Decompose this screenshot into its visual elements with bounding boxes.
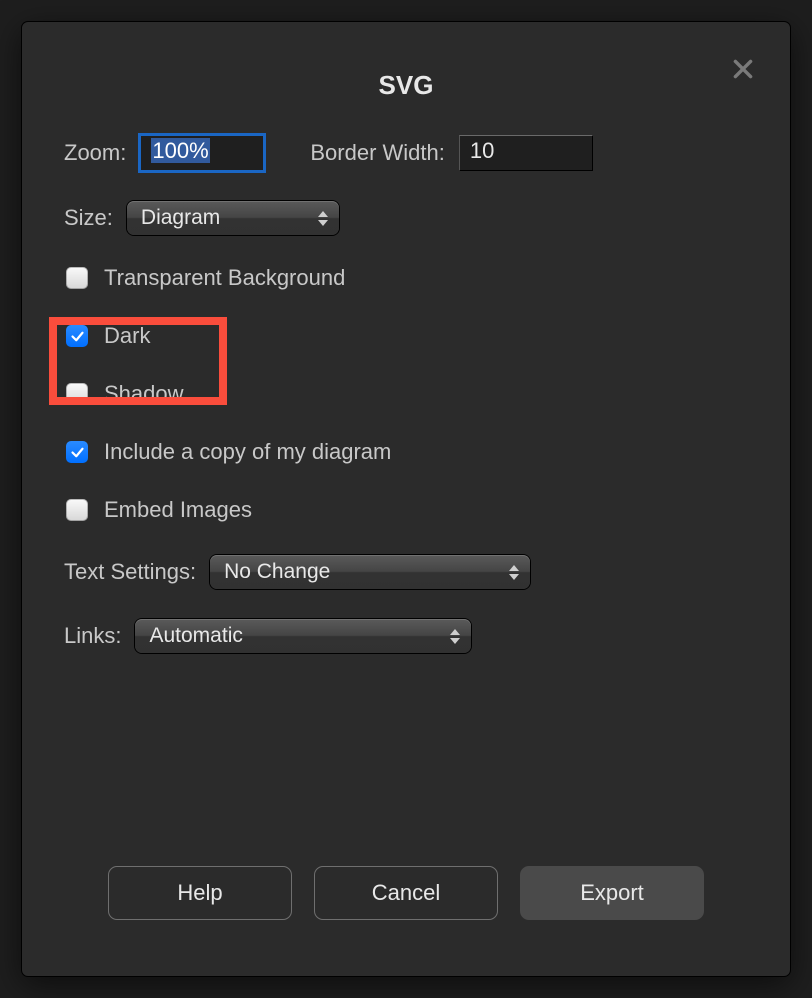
checkbox-icon <box>66 383 88 405</box>
checkbox-icon <box>66 499 88 521</box>
help-button[interactable]: Help <box>108 866 292 920</box>
links-row: Links: Automatic <box>64 619 748 653</box>
zoom-border-row: Zoom: 100% Border Width: 10 <box>64 135 748 171</box>
border-width-label: Border Width: <box>310 140 445 166</box>
checkbox-icon <box>66 267 88 289</box>
updown-icon <box>506 561 522 583</box>
cancel-button[interactable]: Cancel <box>314 866 498 920</box>
export-button[interactable]: Export <box>520 866 704 920</box>
checkbox-include-copy[interactable]: Include a copy of my diagram <box>66 439 748 465</box>
checkbox-embed-images[interactable]: Embed Images <box>66 497 748 523</box>
checkbox-icon <box>66 325 88 347</box>
checkbox-dark[interactable]: Dark <box>66 323 748 349</box>
checkbox-label: Shadow <box>104 381 184 407</box>
updown-icon <box>315 207 331 229</box>
text-settings-select[interactable]: No Change <box>210 555 530 589</box>
dialog-title: SVG <box>22 22 790 101</box>
size-row: Size: Diagram <box>64 201 748 235</box>
checkbox-label: Dark <box>104 323 150 349</box>
checkbox-label: Transparent Background <box>104 265 345 291</box>
checkbox-label: Embed Images <box>104 497 252 523</box>
export-svg-dialog: SVG Zoom: 100% Border Width: 10 Size: Di… <box>22 22 790 976</box>
links-select[interactable]: Automatic <box>135 619 471 653</box>
size-select-value: Diagram <box>141 206 220 230</box>
text-settings-label: Text Settings: <box>64 559 196 585</box>
links-label: Links: <box>64 623 121 649</box>
links-value: Automatic <box>149 624 242 648</box>
text-settings-row: Text Settings: No Change <box>64 555 748 589</box>
text-settings-value: No Change <box>224 560 330 584</box>
updown-icon <box>447 625 463 647</box>
checkbox-transparent[interactable]: Transparent Background <box>66 265 748 291</box>
checkbox-icon <box>66 441 88 463</box>
border-width-input[interactable]: 10 <box>459 135 593 171</box>
zoom-label: Zoom: <box>64 140 126 166</box>
size-select[interactable]: Diagram <box>127 201 339 235</box>
zoom-input[interactable]: 100% <box>140 135 264 171</box>
checkbox-shadow[interactable]: Shadow <box>66 381 748 407</box>
dialog-footer: Help Cancel Export <box>22 866 790 920</box>
checkbox-label: Include a copy of my diagram <box>104 439 391 465</box>
close-icon[interactable] <box>730 56 756 82</box>
size-label: Size: <box>64 205 113 231</box>
